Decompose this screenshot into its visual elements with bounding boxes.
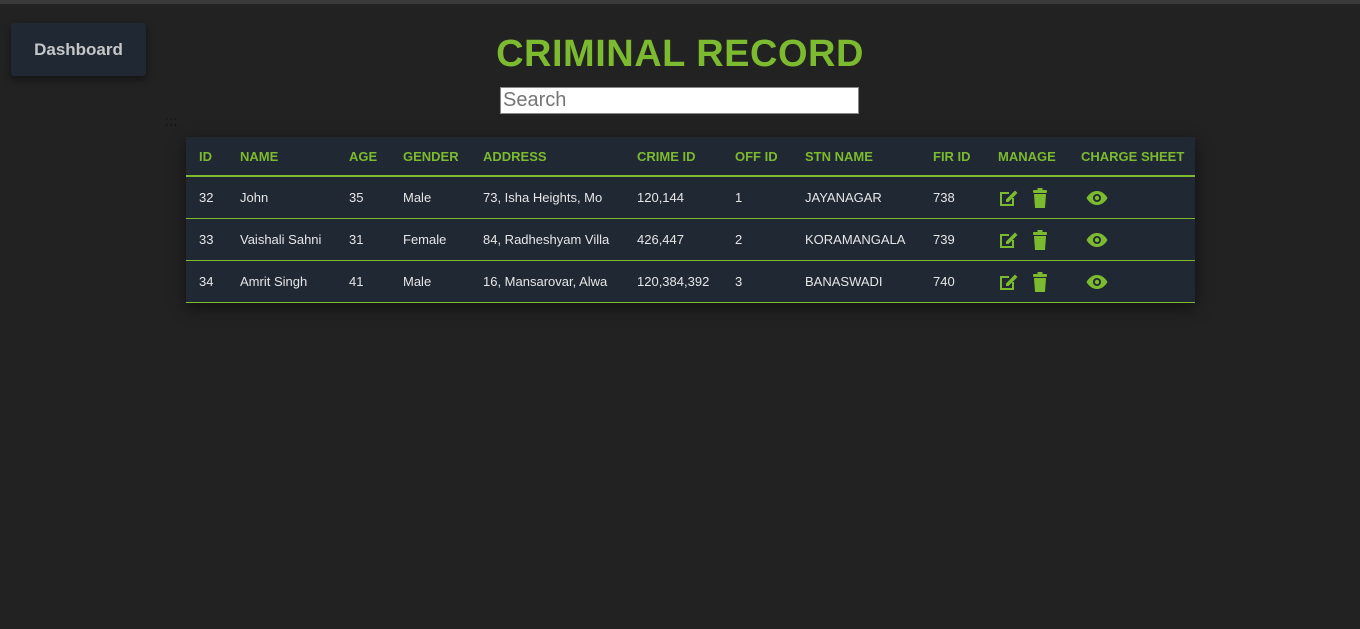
cell-charge-sheet — [1068, 218, 1195, 261]
header-age: AGE — [336, 137, 390, 177]
cell-fir-id: 739 — [920, 218, 985, 261]
edit-icon[interactable] — [998, 188, 1020, 208]
cell-name: Vaishali Sahni — [227, 218, 336, 261]
stray-text: ;;; — [165, 114, 179, 128]
header-name: NAME — [227, 137, 336, 177]
edit-icon[interactable] — [998, 272, 1020, 292]
table-row: 34 Amrit Singh 41 Male 16, Mansarovar, A… — [186, 260, 1195, 303]
header-address: ADDRESS — [470, 137, 624, 177]
cell-manage — [985, 176, 1068, 219]
cell-stn-name: BANASWADI — [792, 260, 920, 303]
cell-age: 31 — [336, 218, 390, 261]
cell-off-id: 3 — [722, 260, 792, 303]
cell-crime-id: 426,447 — [624, 218, 722, 261]
trash-icon[interactable] — [1032, 229, 1048, 250]
header-charge-sheet: CHARGE SHEET — [1068, 137, 1195, 177]
header-manage: MANAGE — [985, 137, 1068, 177]
header-fir-id: FIR ID — [920, 137, 985, 177]
table-row: 33 Vaishali Sahni 31 Female 84, Radheshy… — [186, 218, 1195, 261]
cell-gender: Male — [390, 176, 470, 219]
cell-manage — [985, 218, 1068, 261]
trash-icon[interactable] — [1032, 187, 1048, 208]
cell-id: 34 — [186, 260, 227, 303]
search-input[interactable] — [500, 87, 859, 114]
cell-crime-id: 120,384,392 — [624, 260, 722, 303]
header-id: ID — [186, 137, 227, 177]
cell-address: 16, Mansarovar, Alwa — [470, 260, 624, 303]
cell-off-id: 1 — [722, 176, 792, 219]
header-crime-id: CRIME ID — [624, 137, 722, 177]
records-table-container: ID NAME AGE GENDER ADDRESS CRIME ID OFF … — [186, 137, 1195, 303]
cell-name: Amrit Singh — [227, 260, 336, 303]
cell-name: John — [227, 176, 336, 219]
cell-age: 35 — [336, 176, 390, 219]
table-row: 32 John 35 Male 73, Isha Heights, Mo 120… — [186, 176, 1195, 219]
cell-gender: Male — [390, 260, 470, 303]
cell-manage — [985, 260, 1068, 303]
page-title: CRIMINAL RECORD — [496, 33, 864, 75]
cell-off-id: 2 — [722, 218, 792, 261]
cell-crime-id: 120,144 — [624, 176, 722, 219]
cell-address: 73, Isha Heights, Mo — [470, 176, 624, 219]
cell-stn-name: JAYANAGAR — [792, 176, 920, 219]
cell-fir-id: 738 — [920, 176, 985, 219]
cell-charge-sheet — [1068, 176, 1195, 219]
eye-icon[interactable] — [1086, 274, 1108, 290]
edit-icon[interactable] — [998, 230, 1020, 250]
header-off-id: OFF ID — [722, 137, 792, 177]
cell-id: 32 — [186, 176, 227, 219]
cell-fir-id: 740 — [920, 260, 985, 303]
cell-id: 33 — [186, 218, 227, 261]
cell-gender: Female — [390, 218, 470, 261]
cell-stn-name: KORAMANGALA — [792, 218, 920, 261]
cell-charge-sheet — [1068, 260, 1195, 303]
criminal-records-table: ID NAME AGE GENDER ADDRESS CRIME ID OFF … — [186, 137, 1195, 303]
header-gender: GENDER — [390, 137, 470, 177]
header-stn-name: STN NAME — [792, 137, 920, 177]
cell-address: 84, Radheshyam Villa — [470, 218, 624, 261]
eye-icon[interactable] — [1086, 190, 1108, 206]
table-header-row: ID NAME AGE GENDER ADDRESS CRIME ID OFF … — [186, 137, 1195, 177]
trash-icon[interactable] — [1032, 271, 1048, 292]
cell-age: 41 — [336, 260, 390, 303]
eye-icon[interactable] — [1086, 232, 1108, 248]
browser-top-strip — [0, 0, 1360, 4]
